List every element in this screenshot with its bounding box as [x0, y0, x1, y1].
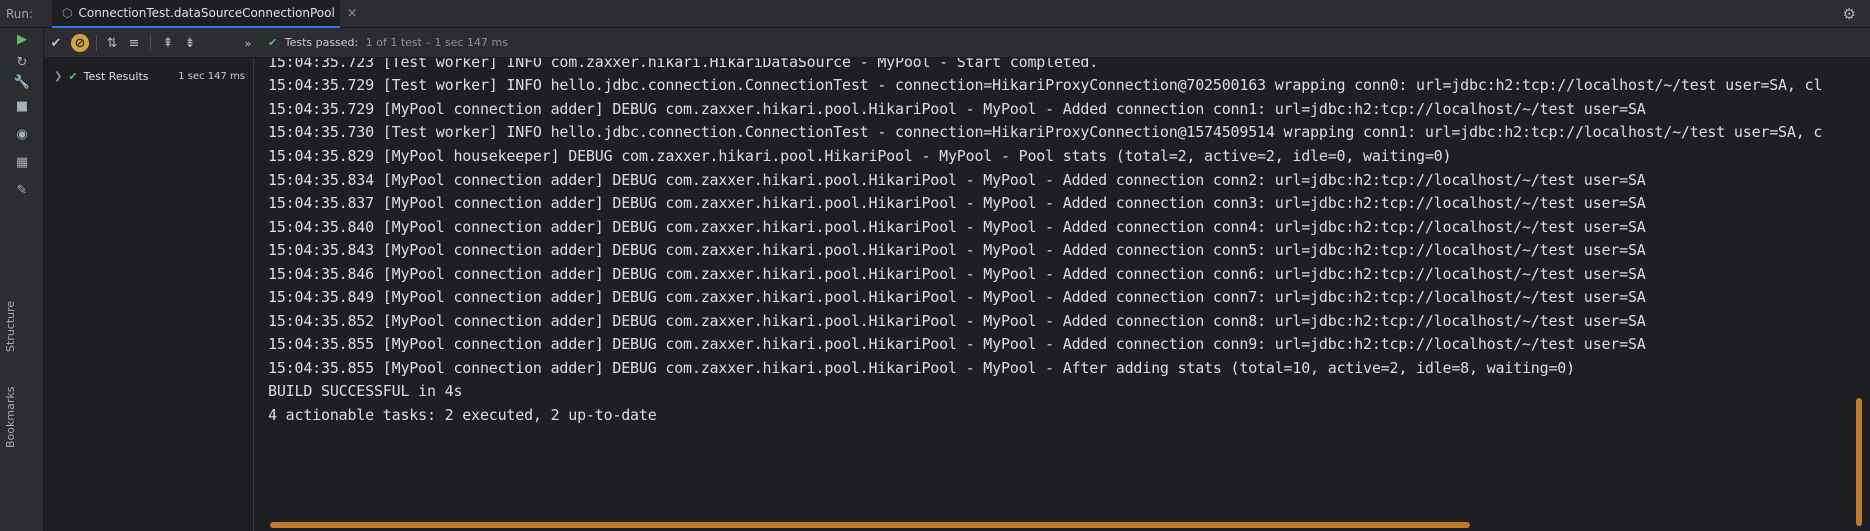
rerun-icon[interactable]: ▶	[12, 29, 32, 49]
tree-row-label: Test Results	[83, 69, 149, 83]
eye-icon[interactable]: ◉	[12, 124, 32, 144]
console-line: 15:04:35.834 [MyPool connection adder] D…	[268, 171, 1646, 189]
test-tab-icon: ⬡	[62, 6, 73, 20]
expand-all-icon[interactable]: ⇞	[158, 33, 178, 53]
console-line: 15:04:35.846 [MyPool connection adder] D…	[268, 265, 1646, 283]
console-line: 15:04:35.849 [MyPool connection adder] D…	[268, 288, 1646, 306]
horizontal-scrollbar[interactable]	[270, 522, 1470, 528]
console-output[interactable]: 15:04:35.723 [Test worker] INFO com.zaxx…	[254, 58, 1870, 531]
console-line: 15:04:35.723 [Test worker] INFO com.zaxx…	[268, 58, 1099, 71]
vertical-scrollbar[interactable]	[1856, 398, 1862, 526]
sort-duration-icon[interactable]: ≡	[124, 33, 144, 53]
console-line: 15:04:35.729 [Test worker] INFO hello.jd…	[268, 76, 1823, 94]
status-count: 1 of 1 test – 1 sec 147 ms	[365, 36, 508, 49]
rerun-failed-icon[interactable]: ↻	[12, 52, 32, 72]
run-label: Run:	[6, 7, 34, 21]
check-icon[interactable]: ✔	[46, 33, 66, 53]
console-line: 15:04:35.829 [MyPool housekeeper] DEBUG …	[268, 147, 1452, 165]
console-line: 15:04:35.840 [MyPool connection adder] D…	[268, 218, 1646, 236]
console-line: 15:04:35.837 [MyPool connection adder] D…	[268, 194, 1646, 212]
test-results-tree: ❯ ✔ Test Results 1 sec 147 ms	[44, 58, 254, 531]
pass-check-icon: ✔	[68, 69, 78, 83]
gear-icon[interactable]: ⚙	[1843, 5, 1856, 23]
toolbar-separator	[150, 35, 151, 51]
tree-row-time: 1 sec 147 ms	[178, 70, 245, 82]
console-line: BUILD SUCCESSFUL in 4s	[268, 382, 463, 400]
tab-run-configuration[interactable]: ⬡ ConnectionTest.dataSourceConnectionPoo…	[52, 0, 358, 28]
stop-icon[interactable]: ⊘	[70, 33, 90, 53]
left-tool-strip: ▶ ↻ 🔧 ■ ◉ ▦ ✎ Structure Bookmarks	[0, 28, 44, 531]
console-line: 15:04:35.730 [Test worker] INFO hello.jd…	[268, 123, 1823, 141]
pass-check-icon: ✔	[268, 36, 278, 49]
console-line: 15:04:35.843 [MyPool connection adder] D…	[268, 241, 1646, 259]
tab-label: ConnectionTest.dataSourceConnectionPool	[78, 6, 335, 20]
pin-icon[interactable]: ✎	[12, 180, 32, 200]
run-tool-window-header: Run: ⬡ ConnectionTest.dataSourceConnecti…	[0, 0, 1870, 28]
test-status: ✔ Tests passed: 1 of 1 test – 1 sec 147 …	[268, 36, 508, 49]
sort-alpha-icon[interactable]: ⇅	[102, 33, 122, 53]
layout-icon[interactable]: ▦	[12, 152, 32, 172]
close-icon[interactable]: ×	[347, 6, 358, 21]
console-line: 15:04:35.729 [MyPool connection adder] D…	[268, 100, 1646, 118]
console-line: 4 actionable tasks: 2 executed, 2 up-to-…	[268, 406, 657, 424]
more-icon[interactable]: »	[238, 33, 258, 53]
bookmarks-tool-label[interactable]: Bookmarks	[4, 387, 17, 448]
tree-row-test-results[interactable]: ❯ ✔ Test Results 1 sec 147 ms	[44, 66, 253, 86]
console-line: 15:04:35.852 [MyPool connection adder] D…	[268, 312, 1646, 330]
chevron-right-icon[interactable]: ❯	[54, 71, 62, 82]
structure-tool-label[interactable]: Structure	[4, 301, 17, 352]
toolbar-separator	[96, 35, 97, 51]
collapse-all-icon[interactable]: ⇟	[180, 33, 200, 53]
run-toolbar: ✔ ⊘ ⇅ ≡ ⇞ ⇟ » ✔ Tests passed: 1 of 1 tes…	[44, 28, 1870, 58]
stop-square-icon[interactable]: ■	[12, 96, 32, 116]
status-label: Tests passed:	[284, 36, 359, 49]
wrench-icon[interactable]: 🔧	[12, 72, 32, 92]
console-line: 15:04:35.855 [MyPool connection adder] D…	[268, 359, 1575, 377]
console-line: 15:04:35.855 [MyPool connection adder] D…	[268, 335, 1646, 353]
